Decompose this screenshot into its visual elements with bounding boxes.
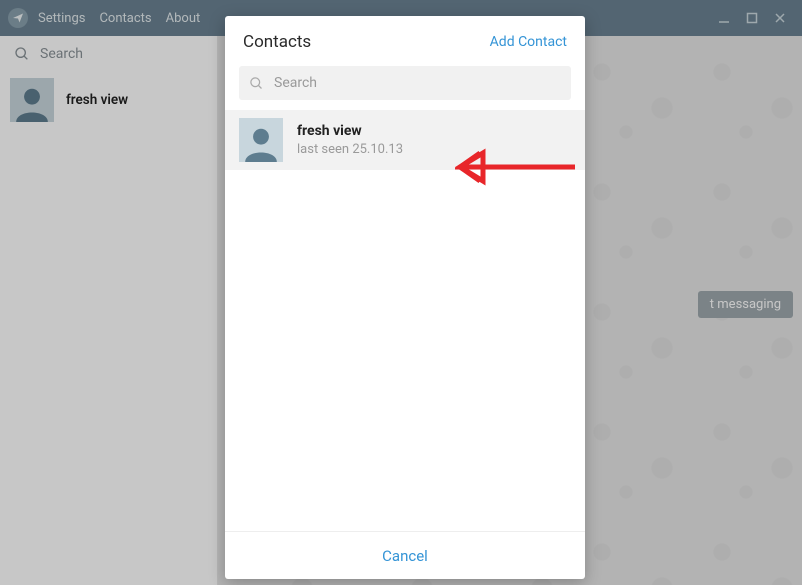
app-window: Settings Contacts About Search fresh vie… bbox=[0, 0, 802, 585]
cancel-button[interactable]: Cancel bbox=[382, 547, 428, 565]
contact-info: fresh view last seen 25.10.13 bbox=[297, 123, 403, 157]
contact-status: last seen 25.10.13 bbox=[297, 142, 403, 157]
contacts-list: fresh view last seen 25.10.13 bbox=[225, 110, 585, 531]
contact-name: fresh view bbox=[297, 123, 403, 139]
search-icon bbox=[249, 76, 264, 91]
modal-footer: Cancel bbox=[225, 531, 585, 579]
contacts-search-input[interactable] bbox=[274, 75, 561, 91]
modal-header: Contacts Add Contact bbox=[225, 16, 585, 66]
person-icon bbox=[242, 124, 280, 162]
contact-row[interactable]: fresh view last seen 25.10.13 bbox=[225, 110, 585, 170]
add-contact-link[interactable]: Add Contact bbox=[490, 34, 567, 50]
modal-title: Contacts bbox=[243, 32, 311, 52]
avatar bbox=[239, 118, 283, 162]
contacts-modal: Contacts Add Contact fresh view last see… bbox=[225, 16, 585, 579]
contacts-search[interactable] bbox=[239, 66, 571, 100]
